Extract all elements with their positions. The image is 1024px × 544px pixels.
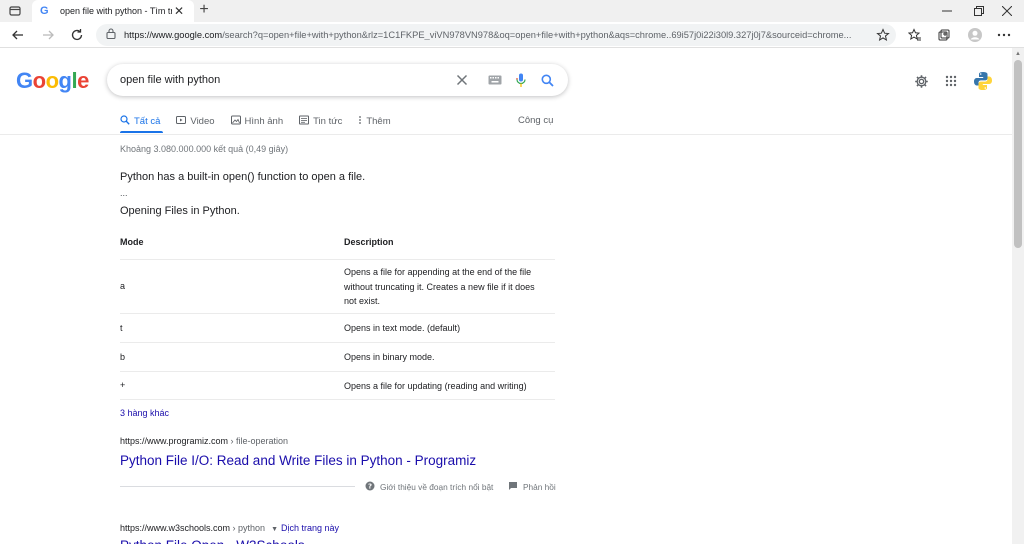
collections-icon[interactable] xyxy=(934,25,954,45)
svg-text:?: ? xyxy=(368,483,372,491)
tab-all[interactable]: Tất cả xyxy=(120,113,160,129)
browser-tab-strip: G open file with python - Tìm trên Googl… xyxy=(0,0,1024,22)
result-url[interactable]: https://www.programiz.com › file-operati… xyxy=(120,436,288,446)
result-stats: Khoảng 3.080.000.000 kết quả (0,49 giây) xyxy=(120,144,289,154)
clear-search-icon[interactable] xyxy=(453,71,471,89)
table-cell-description: Opens in text mode. (default) xyxy=(344,323,461,333)
table-cell-description: Opens a file for updating (reading and w… xyxy=(344,381,527,391)
browser-toolbar: https://www.google.com/search?q=open+fil… xyxy=(0,22,1024,48)
search-box xyxy=(107,64,568,96)
scrollbar-thumb[interactable] xyxy=(1014,60,1022,248)
feedback-link[interactable]: Phản hồi xyxy=(508,481,556,493)
translate-page-link[interactable]: ▼ Dịch trang này xyxy=(271,523,339,533)
result-url-host: https://www.programiz.com xyxy=(120,436,229,446)
back-arrow-icon[interactable] xyxy=(8,25,28,45)
tools-button[interactable]: Công cụ xyxy=(518,115,553,126)
browser-menu-icon[interactable] xyxy=(994,25,1014,45)
url-host: https://www.google.com xyxy=(124,30,223,40)
table-row: t Opens in text mode. (default) xyxy=(120,313,555,342)
about-featured-snippet-link[interactable]: ? Giới thiệu về đoạn trích nổi bật xyxy=(365,481,493,493)
table-cell-mode: a xyxy=(120,281,126,291)
table-row: a Opens a file for appending at the end … xyxy=(120,259,555,313)
address-bar[interactable]: https://www.google.com/search?q=open+fil… xyxy=(96,24,896,46)
table-cell-mode: t xyxy=(120,323,123,333)
voice-search-icon[interactable] xyxy=(512,71,530,89)
image-icon xyxy=(230,115,241,127)
settings-gear-icon[interactable] xyxy=(912,72,930,90)
google-apps-grid-icon[interactable] xyxy=(942,72,960,90)
table-cell-description: Opens in binary mode. xyxy=(344,352,435,362)
minimize-icon[interactable] xyxy=(930,0,964,22)
snippet-text-line-2: Opening Files in Python. xyxy=(120,205,240,217)
dropdown-caret-icon: ▼ xyxy=(271,526,279,533)
tab-label: Tin tức xyxy=(313,115,343,127)
browser-tab-active[interactable]: G open file with python - Tìm trên Googl… xyxy=(32,0,194,22)
active-tab-indicator xyxy=(120,131,163,133)
tab-actions-icon[interactable] xyxy=(8,4,22,18)
browser-tab-title: open file with python - Tìm trên Google xyxy=(60,6,172,16)
table-row: + Opens a file for updating (reading and… xyxy=(120,371,555,400)
translate-page-label: Dịch trang này xyxy=(281,523,340,533)
account-avatar-python-icon[interactable] xyxy=(972,70,994,92)
lock-icon[interactable] xyxy=(106,26,116,44)
close-window-icon[interactable] xyxy=(990,0,1024,22)
search-icon xyxy=(120,115,130,127)
tab-more[interactable]: Thêm xyxy=(358,113,391,129)
result-title-link[interactable]: Python File I/O: Read and Write Files in… xyxy=(120,453,476,468)
profile-avatar-icon[interactable] xyxy=(965,25,985,45)
new-tab-icon[interactable]: + xyxy=(196,2,212,18)
feedback-icon xyxy=(508,481,518,493)
favorite-star-icon[interactable] xyxy=(876,28,890,47)
table-cell-mode: + xyxy=(120,380,126,390)
tab-label: Tất cả xyxy=(134,115,161,127)
news-icon xyxy=(299,115,310,127)
table-header-description: Description xyxy=(344,237,394,247)
search-input[interactable] xyxy=(120,71,440,89)
tab-video[interactable]: Video xyxy=(176,113,215,129)
google-logo[interactable]: Google xyxy=(16,68,89,94)
snippet-text-line-1: Python has a built-in open() function to… xyxy=(120,171,366,183)
tab-images[interactable]: Hình ảnh xyxy=(230,113,284,129)
more-rows-link[interactable]: 3 hàng khác xyxy=(120,408,169,418)
result-url-path: › python xyxy=(230,523,266,533)
result-url-host: https://www.w3schools.com xyxy=(120,523,231,533)
close-tab-icon[interactable]: ✕ xyxy=(172,4,186,18)
table-header-mode: Mode xyxy=(120,237,144,247)
feedback-label: Phản hồi xyxy=(523,482,556,492)
forward-arrow-icon[interactable] xyxy=(38,25,58,45)
table-cell-description: Opens a file for appending at the end of… xyxy=(344,267,535,307)
help-icon: ? xyxy=(365,481,375,493)
snippet-ellipsis: ... xyxy=(120,188,128,198)
tab-label: Hình ảnh xyxy=(244,115,284,127)
url-path: /search?q=open+file+with+python&rlz=1C1F… xyxy=(222,30,852,40)
header-divider xyxy=(0,134,1012,135)
result-title-link[interactable]: Python File Open - W3Schools xyxy=(120,538,305,544)
url-text[interactable]: https://www.google.com/search?q=open+fil… xyxy=(124,30,864,40)
snippet-footer-divider xyxy=(120,486,355,487)
keyboard-icon[interactable] xyxy=(486,71,504,89)
about-snippet-label: Giới thiệu về đoạn trích nổi bật xyxy=(380,482,494,492)
search-icon[interactable] xyxy=(538,71,556,89)
google-favicon-icon: G xyxy=(40,5,49,17)
result-url-path: › file-operation xyxy=(228,436,289,446)
table-row: b Opens in binary mode. xyxy=(120,342,555,371)
scroll-up-arrow-icon[interactable]: ▲ xyxy=(1015,51,1021,57)
result-url[interactable]: https://www.w3schools.com › python ▼ Dịch … xyxy=(120,523,339,533)
more-dots-icon xyxy=(358,115,362,127)
video-icon xyxy=(176,115,187,127)
reload-icon[interactable] xyxy=(67,25,87,45)
tab-label: Thêm xyxy=(366,115,391,127)
favorites-icon[interactable] xyxy=(905,25,925,45)
tab-news[interactable]: Tin tức xyxy=(299,113,342,129)
tab-label: Video xyxy=(190,115,215,127)
page-scrollbar[interactable]: ▲ xyxy=(1012,48,1024,544)
search-tabs: Tất cả Video Hình ảnh Tin tức Thêm xyxy=(120,113,407,135)
table-cell-mode: b xyxy=(120,352,126,362)
